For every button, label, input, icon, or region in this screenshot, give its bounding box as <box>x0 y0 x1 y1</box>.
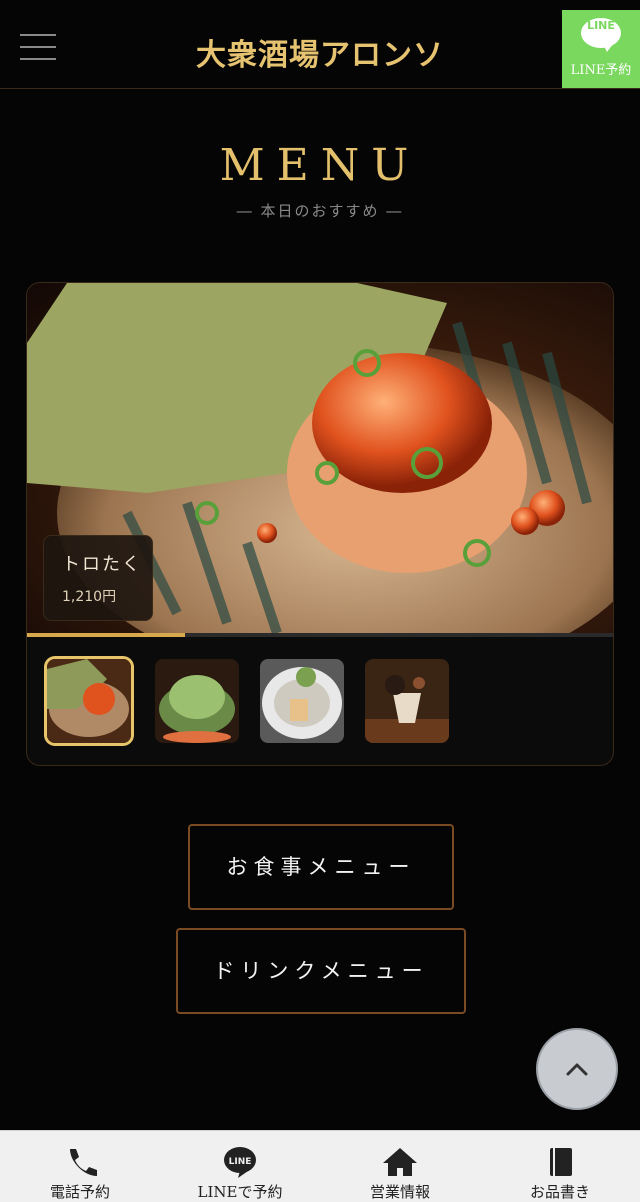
dish-price: 1,210円 <box>62 589 117 605</box>
nav-label: LINEで予約 <box>197 1183 283 1201</box>
dish-name: トロたく <box>62 554 142 575</box>
book-icon <box>550 1148 572 1176</box>
hero-dish-image[interactable]: トロたく 1,210円 <box>27 283 613 633</box>
nav-label: お品書き <box>529 1183 590 1201</box>
thumbnail-strip <box>47 659 607 743</box>
slider-progress-fill <box>27 633 186 637</box>
nav-label: 営業情報 <box>369 1183 430 1201</box>
svg-text:LINE: LINE <box>229 1157 252 1167</box>
dish-caption: トロたく 1,210円 <box>43 535 153 621</box>
nav-item-phone-reserve[interactable]: 電話予約 <box>0 1131 160 1202</box>
line-reserve-label: LINE予約 <box>570 63 632 78</box>
drink-menu-button[interactable]: ドリンクメニュー <box>176 928 466 1014</box>
slider-progress-track <box>27 633 613 637</box>
thumbnail-cookie-parfait[interactable] <box>365 659 449 743</box>
nav-label: 電話予約 <box>49 1183 110 1201</box>
site-brand[interactable]: 大衆酒場アロンソ <box>0 30 640 74</box>
nav-item-business-info[interactable]: 営業情報 <box>320 1131 480 1202</box>
section-title: MENU <box>219 140 421 191</box>
phone-icon <box>70 1149 97 1176</box>
thumbnail-sashimi-plate[interactable] <box>260 659 344 743</box>
line-icon: LINE <box>224 1147 256 1178</box>
food-menu-button[interactable]: お食事メニュー <box>188 824 454 910</box>
thumbnail-image <box>155 659 239 743</box>
nav-item-line-reserve[interactable]: LINE LINEで予約 <box>160 1131 320 1202</box>
site-header: 大衆酒場アロンソ LINE LINE予約 <box>0 0 640 89</box>
menu-slider[interactable]: トロたく 1,210円 <box>26 282 614 766</box>
section-subtitle: ― 本日のおすすめ ― <box>236 202 404 220</box>
thumbnail-image <box>260 659 344 743</box>
thumbnail-image <box>47 659 131 743</box>
home-icon <box>383 1148 417 1176</box>
nav-item-menu-book[interactable]: お品書き <box>480 1131 640 1202</box>
line-badge-text: LINE <box>587 19 615 32</box>
chevron-up-icon <box>566 1063 588 1076</box>
thumbnail-image <box>365 659 449 743</box>
thumbnail-toro-taku[interactable] <box>47 659 131 743</box>
back-to-top-button[interactable] <box>536 1028 618 1110</box>
bottom-nav: 電話予約 LINE LINEで予約 営業情報 お品書き <box>0 1130 640 1202</box>
page: 大衆酒場アロンソ LINE LINE予約 MENU ― 本日のおすすめ ― トロ… <box>0 0 640 1202</box>
line-reserve-button[interactable]: LINE LINE予約 <box>562 10 640 88</box>
thumbnail-green-salad[interactable] <box>155 659 239 743</box>
